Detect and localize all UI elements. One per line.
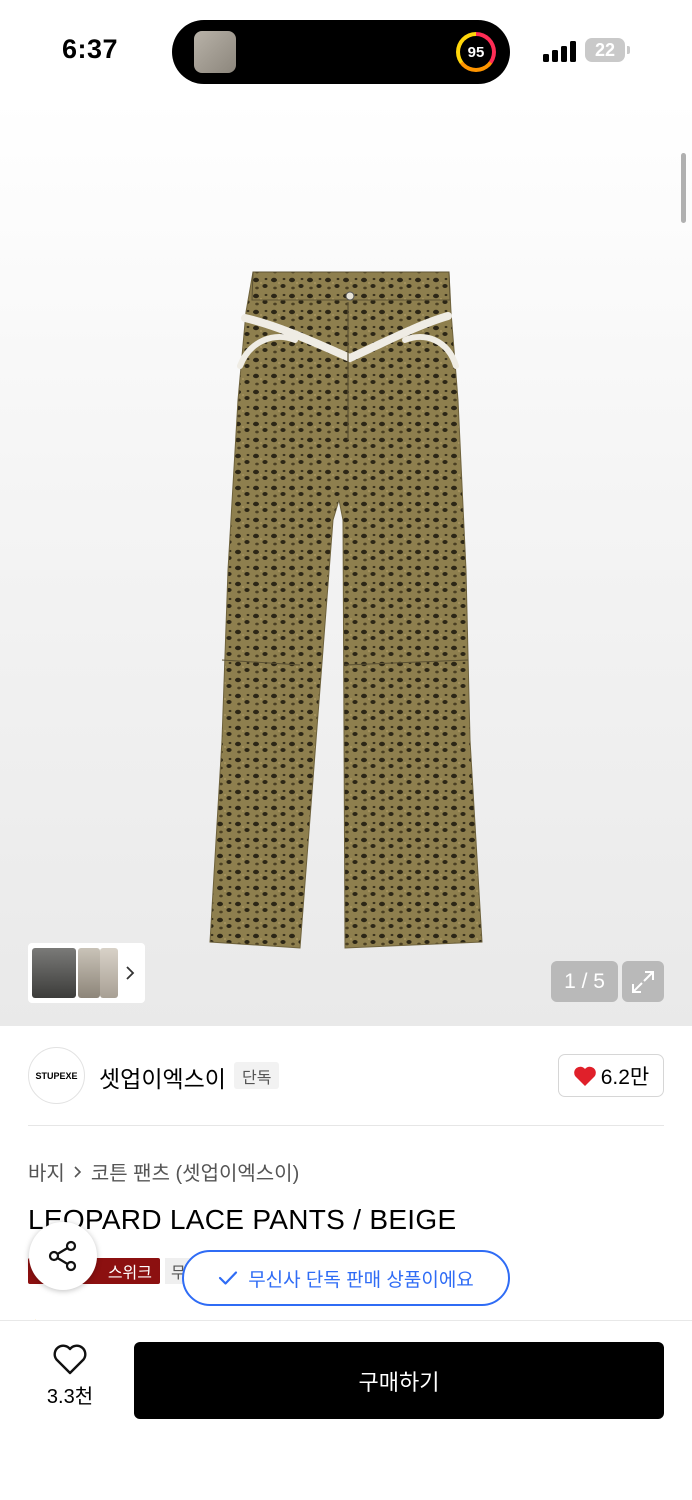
divider: [28, 1125, 664, 1126]
fullscreen-button[interactable]: [622, 961, 664, 1002]
brand-logo-text: STUPEXE: [35, 1070, 78, 1081]
heart-outline-icon: [53, 1344, 87, 1375]
brand-logo[interactable]: STUPEXE: [28, 1047, 85, 1104]
check-icon: [219, 1271, 238, 1285]
thumbnail-strip[interactable]: [28, 943, 145, 1003]
wishlist-count: 3.3천: [46, 1386, 94, 1408]
brand-like-count: 6.2만: [600, 1065, 650, 1089]
expand-icon: [632, 970, 654, 993]
status-time: 6:37: [62, 34, 119, 64]
chevron-right-icon: [74, 1165, 81, 1178]
cellular-signal-icon: [543, 40, 577, 62]
activity-score: 95: [460, 36, 492, 68]
share-icon: [48, 1240, 77, 1272]
breadcrumb-category[interactable]: 바지: [28, 1157, 65, 1186]
product-image-gallery[interactable]: [0, 100, 692, 1026]
brand-name[interactable]: 셋업이엑스이: [99, 1060, 226, 1094]
share-button[interactable]: [29, 1222, 97, 1290]
exclusive-toast: 무신사 단독 판매 상품이에요: [182, 1250, 510, 1306]
status-bar: 6:37 95 22: [0, 0, 692, 100]
thumbnail-2[interactable]: [78, 948, 100, 998]
breadcrumb: 바지 코튼 팬츠 (셋업이엑스이): [28, 1157, 299, 1186]
thumbnail-1[interactable]: [32, 948, 76, 998]
scrollbar[interactable]: [681, 153, 686, 223]
battery-tip: [627, 46, 630, 54]
chevron-right-icon: [126, 966, 135, 980]
dynamic-island[interactable]: 95: [172, 20, 510, 84]
product-title: LEOPARD LACE PANTS / BEIGE: [28, 1204, 457, 1235]
heart-filled-icon: [573, 1066, 596, 1086]
image-counter: 1 / 5: [551, 961, 618, 1002]
exclusive-tag: 단독: [234, 1062, 280, 1089]
breadcrumb-subcategory[interactable]: 코튼 팬츠 (셋업이엑스이): [91, 1157, 299, 1186]
product-image: [209, 271, 483, 949]
battery-indicator: 22: [585, 38, 625, 62]
activity-ring-icon: 95: [456, 32, 496, 72]
wishlist-button[interactable]: 3.3천: [30, 1344, 110, 1409]
brand-like-button[interactable]: 6.2만: [558, 1054, 664, 1097]
thumbnail-3[interactable]: [100, 948, 118, 998]
buy-button[interactable]: 구매하기: [134, 1342, 664, 1419]
toast-message: 무신사 단독 판매 상품이에요: [248, 1269, 474, 1291]
now-playing-thumbnail: [194, 31, 236, 73]
